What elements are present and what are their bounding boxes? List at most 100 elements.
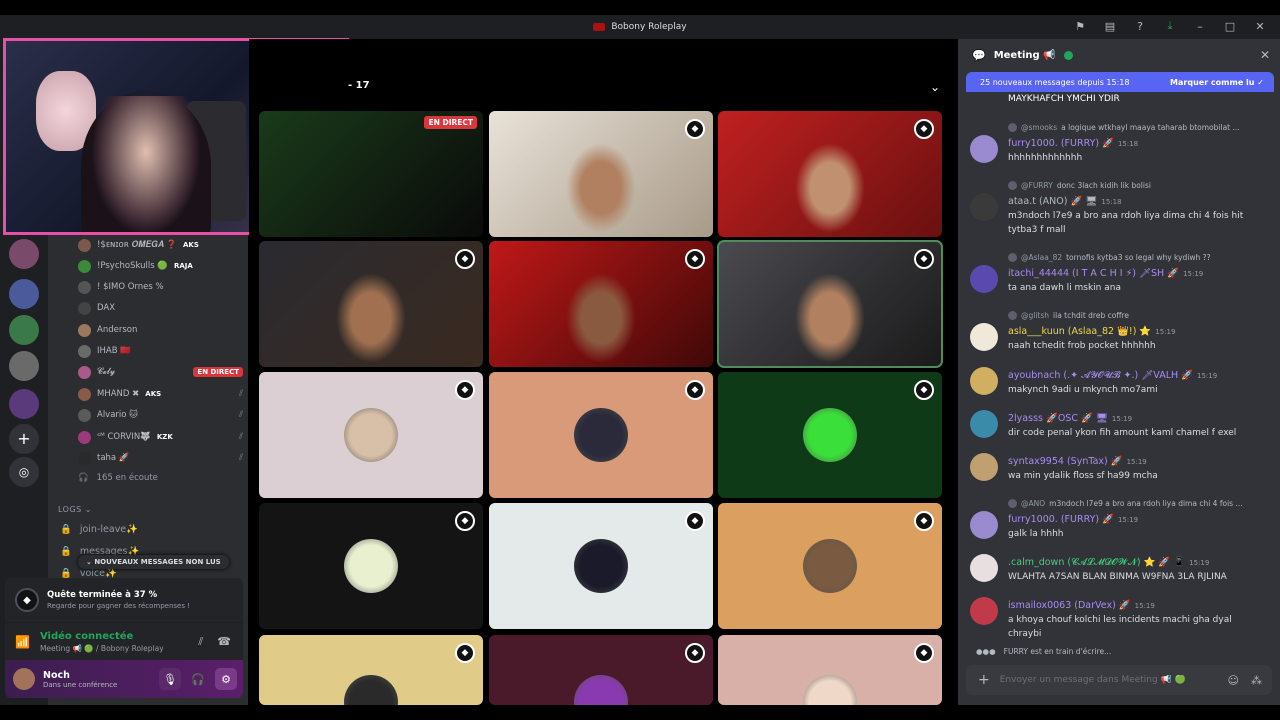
- voice-status-title[interactable]: Vidéo connectée: [40, 631, 164, 642]
- message-input[interactable]: [999, 675, 1200, 685]
- message-author[interactable]: itachi_44444 (I T A C H I ⚡) 🗡SH 🚀: [1008, 268, 1179, 279]
- server-icon[interactable]: [9, 389, 39, 419]
- server-icon[interactable]: [9, 239, 39, 269]
- focus-icon[interactable]: ◆: [914, 380, 934, 400]
- add-server-icon[interactable]: +: [9, 424, 39, 454]
- emoji-icon[interactable]: ☺: [1228, 674, 1239, 687]
- new-messages-pill[interactable]: ⌄ NOUVEAUX MESSAGES NON LUS: [78, 555, 229, 569]
- voice-user[interactable]: Alvario 🐱 ⫽: [78, 407, 243, 423]
- focus-icon[interactable]: ◆: [914, 249, 934, 269]
- focus-icon[interactable]: ◆: [914, 119, 934, 139]
- focus-icon[interactable]: ◆: [914, 511, 934, 531]
- voice-user[interactable]: taha 🚀 ⫽: [78, 450, 243, 466]
- focus-icon[interactable]: ◆: [914, 643, 934, 663]
- video-tile[interactable]: ◆: [489, 635, 713, 705]
- voice-user[interactable]: MHAND ✖ AKS ⫽: [78, 386, 243, 402]
- message-author[interactable]: furry1000. (FURRY) 🚀: [1008, 138, 1114, 149]
- message-author[interactable]: ismailox0063 (DarVex) 🚀: [1008, 600, 1131, 611]
- avatar[interactable]: [970, 453, 998, 481]
- message-text: MAYKHAFCH YMCHI YDIR: [1008, 94, 1120, 104]
- voice-user[interactable]: ˢᴹ CORVIN🐺 KZK ⫽: [78, 429, 243, 445]
- voice-user[interactable]: !$ᴇɴɪᴏʀ 𝑶𝑴𝑬𝑮𝑨 ❓ AKS: [78, 237, 243, 253]
- video-tile[interactable]: EN DIRECT: [259, 111, 483, 237]
- voice-user[interactable]: 𝓒𝓮𝓵𝔂 EN DIRECT: [78, 364, 243, 380]
- focus-icon[interactable]: ◆: [455, 511, 475, 531]
- avatar[interactable]: [970, 193, 998, 221]
- avatar[interactable]: [970, 135, 998, 163]
- avatar[interactable]: [970, 597, 998, 625]
- focus-icon[interactable]: ◆: [685, 249, 705, 269]
- reply-preview[interactable]: @glitsh ila tchdit dreb coffre: [1008, 311, 1129, 320]
- video-tile[interactable]: ◆: [259, 503, 483, 629]
- channel-join-leave[interactable]: 🔒 join-leave✨: [60, 524, 138, 535]
- flag-icon[interactable]: ⚑: [1072, 20, 1088, 33]
- avatar[interactable]: [970, 265, 998, 293]
- avatar[interactable]: [970, 367, 998, 395]
- video-tile[interactable]: ◆: [718, 503, 942, 629]
- focus-icon[interactable]: ◆: [455, 643, 475, 663]
- apps-icon[interactable]: ⁂: [1251, 674, 1262, 687]
- focus-icon[interactable]: ◆: [455, 380, 475, 400]
- focus-icon[interactable]: ◆: [685, 380, 705, 400]
- voice-user[interactable]: ! $IMO Ornes %: [78, 279, 243, 295]
- video-tile[interactable]: ◆: [718, 111, 942, 237]
- voice-user[interactable]: Anderson: [78, 322, 243, 338]
- disconnect-icon[interactable]: ☎: [217, 635, 231, 649]
- message-author[interactable]: asla___kuun (Aslaa_82 👑!) ⭐: [1008, 326, 1151, 337]
- avatar[interactable]: [970, 410, 998, 438]
- minimize-icon[interactable]: –: [1192, 20, 1208, 33]
- message-author[interactable]: 2lyasss 🚀OSC 🚀 🖥: [1008, 413, 1108, 424]
- focus-icon[interactable]: ◆: [685, 511, 705, 531]
- voice-user[interactable]: DAX: [78, 300, 243, 316]
- video-tile[interactable]: ◆: [717, 240, 943, 368]
- server-icon[interactable]: [9, 279, 39, 309]
- avatar[interactable]: [13, 668, 35, 690]
- server-icon[interactable]: [9, 351, 39, 381]
- mark-read-button[interactable]: Marquer comme lu ✓: [1170, 78, 1264, 87]
- video-tile[interactable]: ◆: [489, 372, 713, 498]
- chevron-down-icon[interactable]: ⌄: [930, 80, 940, 94]
- video-tile[interactable]: ◆: [489, 111, 713, 237]
- voice-user[interactable]: IHAB 🇲🇦: [78, 343, 243, 359]
- video-tile[interactable]: ◆: [489, 241, 713, 367]
- noise-suppression-icon[interactable]: ⫽: [198, 635, 203, 649]
- video-tile[interactable]: ◆: [259, 372, 483, 498]
- settings-icon[interactable]: ⚙: [215, 668, 237, 690]
- video-tile[interactable]: ◆: [718, 372, 942, 498]
- message-author[interactable]: ayoubnach (.✦ 𝓐𝓨𝓞𝓤𝓑 ✦.) 🗡VALH 🚀: [1008, 370, 1193, 381]
- server-icon[interactable]: [9, 315, 39, 345]
- add-attachment-icon[interactable]: +: [978, 672, 990, 688]
- video-tile[interactable]: ◆: [259, 635, 483, 705]
- video-tile[interactable]: ◆: [259, 241, 483, 367]
- reply-preview[interactable]: @Aslaa_82 tornofis kytba3 so legal why ky…: [1008, 253, 1211, 262]
- quest-progress[interactable]: ◆ Quête terminée à 37 % Regarde pour gag…: [5, 578, 243, 622]
- discover-icon[interactable]: ◎: [9, 457, 39, 487]
- focus-icon[interactable]: ◆: [455, 249, 475, 269]
- headphones-icon[interactable]: 🎧: [187, 668, 209, 690]
- reply-preview[interactable]: @ANO m3ndoch l7e9 a bro ana rdoh liya dim…: [1008, 499, 1243, 508]
- focus-icon[interactable]: ◆: [685, 119, 705, 139]
- logs-category[interactable]: LOGS ⌄: [58, 505, 92, 514]
- message-author[interactable]: furry1000. (FURRY) 🚀: [1008, 514, 1114, 525]
- download-icon[interactable]: ⤓: [1162, 19, 1178, 33]
- video-tile[interactable]: ◆: [718, 635, 942, 705]
- microphone-icon[interactable]: 🎙: [159, 668, 181, 690]
- message-timestamp: 15:19: [1155, 327, 1176, 336]
- maximize-icon[interactable]: □: [1222, 20, 1238, 33]
- close-icon[interactable]: ✕: [1252, 20, 1268, 33]
- voice-user[interactable]: !PsychoSkulls 🟢 RAJA: [78, 258, 243, 274]
- avatar[interactable]: [970, 323, 998, 351]
- new-messages-banner[interactable]: 25 nouveaux messages depuis 15:18 Marque…: [966, 72, 1274, 92]
- message-author[interactable]: .calm_down (𝓒𝓐𝓛𝓜𝓓𝓞𝓦𝓝) ⭐ 🚀 📱: [1008, 557, 1185, 568]
- message-author[interactable]: syntax9954 (SynTax) 🚀: [1008, 456, 1123, 467]
- avatar[interactable]: [970, 554, 998, 582]
- focus-icon[interactable]: ◆: [685, 643, 705, 663]
- inbox-icon[interactable]: ▤: [1102, 20, 1118, 33]
- reply-preview[interactable]: @FURRY donc 3lach kidih lik bolisi: [1008, 181, 1151, 190]
- avatar[interactable]: [970, 511, 998, 539]
- help-icon[interactable]: ?: [1132, 20, 1148, 33]
- close-icon[interactable]: ✕: [1260, 48, 1270, 62]
- reply-preview[interactable]: @smooks a logique wtkhayl maaya taharab b…: [1008, 123, 1240, 132]
- message-author[interactable]: ataa.t (ANO) 🚀 🖥: [1008, 196, 1097, 207]
- video-tile[interactable]: ◆: [489, 503, 713, 629]
